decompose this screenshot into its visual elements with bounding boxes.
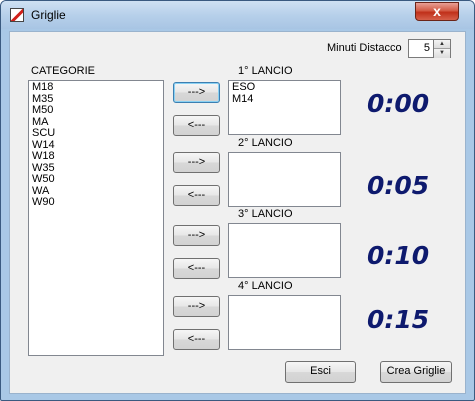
remove-from-lancio-3-button[interactable]: <--- bbox=[173, 258, 220, 279]
list-item[interactable]: M14 bbox=[232, 93, 337, 106]
lancio-4-label: 4° LANCIO bbox=[238, 280, 293, 292]
remove-from-lancio-2-button[interactable]: <--- bbox=[173, 185, 220, 206]
add-to-lancio-1-button[interactable]: ---> bbox=[173, 82, 220, 103]
lancio-4-list[interactable] bbox=[228, 295, 341, 350]
spin-down-icon[interactable]: ▼ bbox=[434, 49, 450, 58]
add-to-lancio-4-button[interactable]: ---> bbox=[173, 296, 220, 317]
remove-from-lancio-4-button[interactable]: <--- bbox=[173, 329, 220, 350]
list-item[interactable]: W18 bbox=[32, 150, 160, 163]
categorie-label: CATEGORIE bbox=[31, 65, 95, 77]
lancio-2-label: 2° LANCIO bbox=[238, 137, 293, 149]
close-button[interactable]: x bbox=[415, 2, 459, 21]
list-item[interactable]: W50 bbox=[32, 173, 160, 186]
minuti-distacco-label: Minuti Distacco bbox=[327, 42, 402, 54]
list-item[interactable]: M18 bbox=[32, 81, 160, 94]
lancio-3-time: 0:10 bbox=[367, 241, 430, 270]
add-to-lancio-3-button[interactable]: ---> bbox=[173, 225, 220, 246]
minuti-distacco-input[interactable]: 5 bbox=[408, 39, 434, 58]
minuti-distacco-spinner: ▲ ▼ bbox=[434, 39, 451, 58]
list-item[interactable]: M50 bbox=[32, 104, 160, 117]
add-to-lancio-2-button[interactable]: ---> bbox=[173, 152, 220, 173]
lancio-1-label: 1° LANCIO bbox=[238, 65, 293, 77]
lancio-2-time: 0:05 bbox=[367, 171, 430, 200]
lancio-1-list[interactable]: ESO M14 bbox=[228, 80, 341, 135]
lancio-2-list[interactable] bbox=[228, 152, 341, 207]
spin-up-icon[interactable]: ▲ bbox=[434, 40, 450, 49]
list-item[interactable]: SCU bbox=[32, 127, 160, 140]
categorie-list[interactable]: M18 M35 M50 MA SCU W14 W18 W35 W50 WA W9… bbox=[28, 80, 164, 356]
lancio-3-label: 3° LANCIO bbox=[238, 208, 293, 220]
list-item[interactable]: ESO bbox=[232, 81, 337, 94]
app-icon bbox=[10, 8, 24, 22]
lancio-3-list[interactable] bbox=[228, 223, 341, 278]
lancio-4-time: 0:15 bbox=[367, 305, 430, 334]
list-item[interactable]: W90 bbox=[32, 196, 160, 209]
esci-button[interactable]: Esci bbox=[285, 361, 356, 383]
title-bar[interactable]: Griglie x bbox=[1, 1, 474, 29]
window-title: Griglie bbox=[31, 8, 66, 22]
lancio-1-time: 0:00 bbox=[367, 89, 430, 118]
crea-griglie-button[interactable]: Crea Griglie bbox=[380, 361, 452, 383]
remove-from-lancio-1-button[interactable]: <--- bbox=[173, 115, 220, 136]
